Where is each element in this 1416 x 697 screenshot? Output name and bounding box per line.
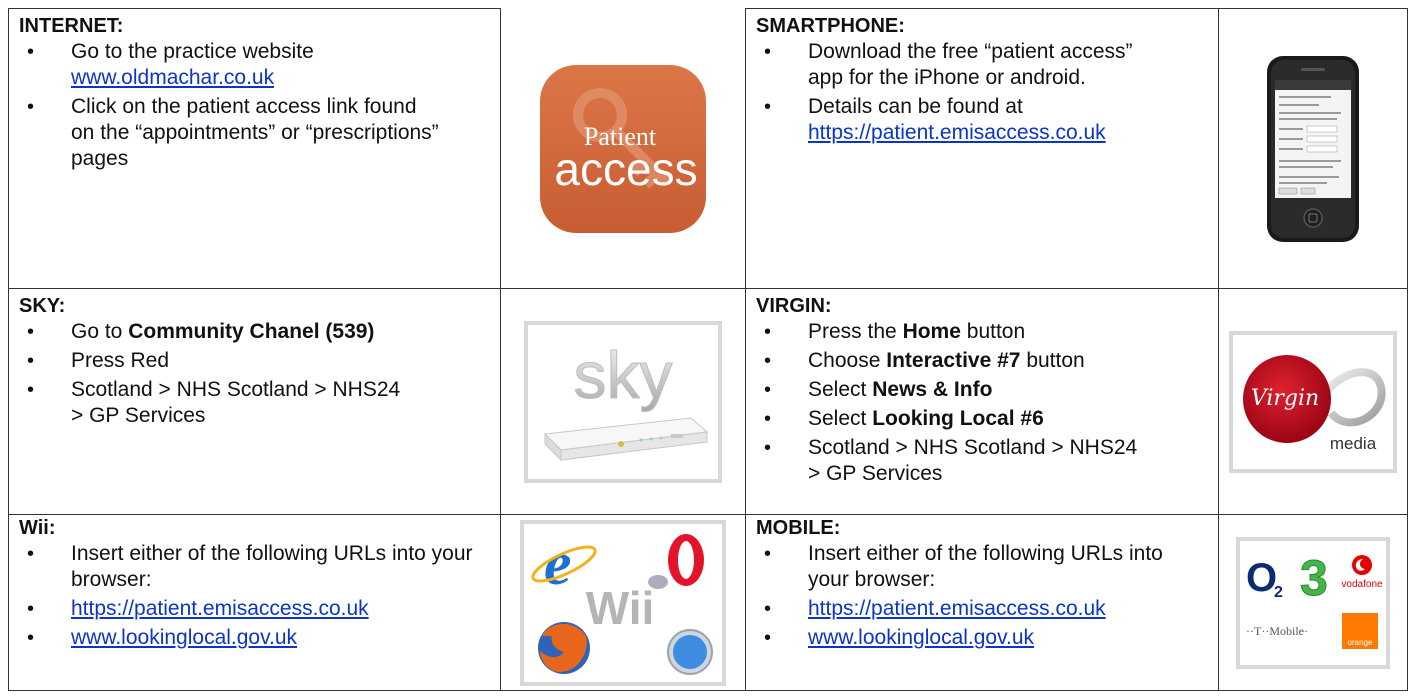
link-patient-emisaccess[interactable]: https://patient.emisaccess.co.uk xyxy=(71,597,369,620)
table-border-bottom xyxy=(8,690,1408,691)
heading-sky: SKY: xyxy=(19,295,66,317)
list-item: Scotland > NHS Scotland > NHS24 > GP Ser… xyxy=(756,435,1148,487)
cell-virgin: VIRGIN: Press the Home button Choose Int… xyxy=(746,289,1218,514)
heading-virgin: VIRGIN: xyxy=(756,295,832,317)
tmobile-word: ··T··Mobile· xyxy=(1246,624,1308,638)
list-item: Details can be found at https://patient.e… xyxy=(756,94,1208,146)
item-bold: Community Chanel (539) xyxy=(128,320,375,343)
heading-wii: Wii: xyxy=(19,517,56,539)
patient-access-logo: Patient access xyxy=(540,64,706,233)
iphone-image xyxy=(1267,55,1359,242)
list-item: Insert either of the following URLs into… xyxy=(19,541,481,593)
virgin-media-word: media xyxy=(1330,434,1377,453)
o2-logo: O xyxy=(1246,556,1277,600)
list-wii: Insert either of the following URLs into… xyxy=(19,541,490,651)
item-bold: Interactive #7 xyxy=(886,349,1021,372)
list-item: https://patient.emisaccess.co.uk xyxy=(19,596,490,622)
item-text: button xyxy=(966,320,1026,343)
mobile-carriers-frame: O 2 3 vodafone ··T··Mobile· orange xyxy=(1236,536,1390,669)
list-sky: Go to Community Chanel (539) Press Red S… xyxy=(19,319,490,429)
list-mobile: Insert either of the following URLs into… xyxy=(756,541,1208,651)
wii-word: Wii xyxy=(586,582,655,634)
item-text: Details can be found at xyxy=(808,95,1023,118)
item-text: Select xyxy=(808,407,867,430)
list-item: www.lookinglocal.gov.uk xyxy=(19,625,490,651)
heading-smartphone: SMARTPHONE: xyxy=(756,15,905,37)
vodafone-word: vodafone xyxy=(1341,579,1383,590)
cell-smartphone: SMARTPHONE: Download the free “patient a… xyxy=(746,9,1218,288)
virgin-script: Virgin xyxy=(1251,386,1319,411)
list-item: Download the free “patient access” app f… xyxy=(756,39,1148,91)
list-virgin: Press the Home button Choose Interactive… xyxy=(756,319,1208,487)
virgin-logo-cell: Virgin media xyxy=(1219,289,1407,514)
link-patient-emisaccess[interactable]: https://patient.emisaccess.co.uk xyxy=(808,121,1106,144)
link-lookinglocal[interactable]: www.lookinglocal.gov.uk xyxy=(808,626,1034,649)
wii-browsers-logo: e Wii xyxy=(531,530,713,675)
wii-logo-cell: e Wii xyxy=(501,515,745,690)
sky-logo-cell: sky xyxy=(501,289,745,514)
item-text: Go to xyxy=(71,320,123,343)
orange-word: orange xyxy=(1348,638,1373,647)
virgin-logo-frame: Virgin media xyxy=(1229,330,1397,473)
cell-wii: Wii: Insert either of the following URLs… xyxy=(9,515,500,690)
o2-sub: 2 xyxy=(1274,584,1283,601)
wii-logo-frame: e Wii xyxy=(520,519,726,686)
list-item: Insert either of the following URLs into… xyxy=(756,541,1168,593)
list-item: Scotland > NHS Scotland > NHS24 > GP Ser… xyxy=(19,377,411,429)
info-table: INTERNET: Go to the practice website www.… xyxy=(8,8,1408,691)
list-item: https://patient.emisaccess.co.uk xyxy=(756,596,1208,622)
patient-access-line2: access xyxy=(554,143,697,195)
cell-internet: INTERNET: Go to the practice website www.… xyxy=(9,9,500,288)
iphone-image-cell xyxy=(1219,9,1407,288)
list-item: Choose Interactive #7 button xyxy=(756,348,1208,374)
list-item: Select Looking Local #6 xyxy=(756,406,1208,432)
item-bold: News & Info xyxy=(872,378,993,401)
three-logo: 3 xyxy=(1300,550,1328,606)
list-smartphone: Download the free “patient access” app f… xyxy=(756,39,1208,146)
sky-word: sky xyxy=(574,338,673,412)
item-text: Select xyxy=(808,378,867,401)
sky-box-logo: sky xyxy=(543,337,709,461)
item-bold: Home xyxy=(902,320,961,343)
item-text: button xyxy=(1026,349,1085,372)
cell-mobile: MOBILE: Insert either of the following U… xyxy=(746,515,1218,690)
vodafone-icon xyxy=(1352,554,1372,575)
internet-explorer-icon: e xyxy=(544,530,572,598)
heading-mobile: MOBILE: xyxy=(756,517,841,539)
list-internet: Go to the practice website www.oldmachar.… xyxy=(19,39,490,172)
list-item: Go to the practice website www.oldmachar.… xyxy=(19,39,490,91)
list-item: Click on the patient access link found o… xyxy=(19,94,441,172)
list-item: Press the Home button xyxy=(756,319,1208,345)
link-practice-website[interactable]: www.oldmachar.co.uk xyxy=(71,66,274,89)
mobile-carriers-cell: O 2 3 vodafone ··T··Mobile· orange xyxy=(1219,515,1407,690)
list-item: Select News & Info xyxy=(756,377,1208,403)
mobile-carriers-logo: O 2 3 vodafone ··T··Mobile· orange xyxy=(1246,549,1383,649)
heading-internet: INTERNET: xyxy=(19,15,124,37)
patient-access-logo-cell: Patient access xyxy=(501,9,745,288)
list-item: Press Red xyxy=(19,348,490,374)
cell-sky: SKY: Go to Community Chanel (539) Press … xyxy=(9,289,500,514)
sky-logo-frame: sky xyxy=(524,320,722,483)
item-text: Choose xyxy=(808,349,881,372)
link-lookinglocal[interactable]: www.lookinglocal.gov.uk xyxy=(71,626,297,649)
list-item: Go to Community Chanel (539) xyxy=(19,319,490,345)
link-patient-emisaccess[interactable]: https://patient.emisaccess.co.uk xyxy=(808,597,1106,620)
item-text: Press the xyxy=(808,320,897,343)
list-item: www.lookinglocal.gov.uk xyxy=(756,625,1208,651)
virgin-media-logo: Virgin media xyxy=(1243,354,1386,453)
item-text: Go to the practice website xyxy=(71,40,314,63)
item-bold: Looking Local #6 xyxy=(872,407,1044,430)
table-border-right xyxy=(1407,8,1408,691)
